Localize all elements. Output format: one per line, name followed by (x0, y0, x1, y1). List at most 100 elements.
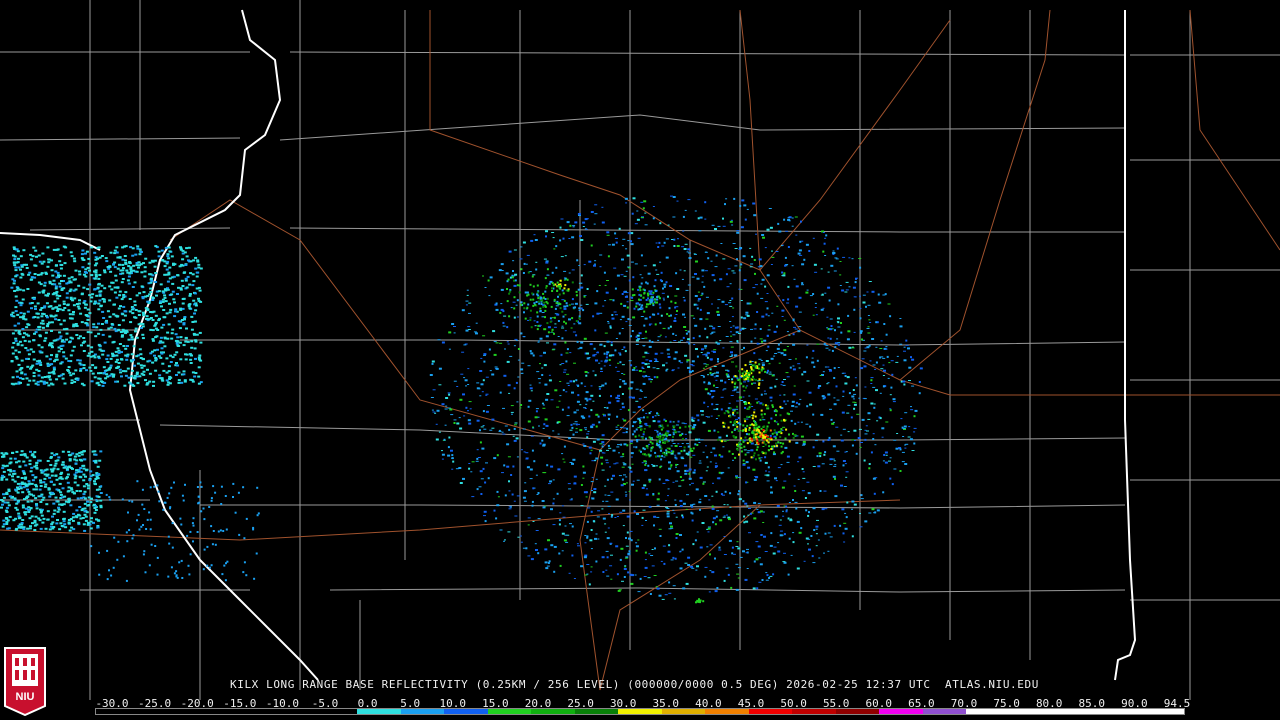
echo-pixel (82, 479, 86, 482)
echo-pixel (582, 471, 586, 474)
echo-pixel (737, 430, 740, 432)
echo-pixel (872, 386, 876, 388)
echo-pixel (742, 424, 745, 427)
echo-pixel (87, 522, 91, 525)
echo-pixel (508, 315, 511, 318)
echo-pixel (56, 468, 60, 471)
echo-pixel (467, 384, 470, 385)
echo-pixel (502, 325, 506, 327)
echo-pixel (30, 466, 34, 469)
echo-pixel (739, 371, 741, 374)
echo-pixel (99, 304, 103, 307)
echo-pixel (627, 232, 631, 235)
echo-pixel (487, 279, 490, 282)
echo-pixel (575, 290, 578, 293)
echo-pixel (539, 307, 542, 310)
echo-pixel (814, 302, 817, 304)
echo-pixel (717, 438, 720, 441)
echo-pixel (641, 516, 644, 519)
echo-pixel (613, 311, 617, 313)
echo-pixel (76, 497, 80, 500)
echo-pixel (48, 358, 52, 361)
echo-pixel (793, 385, 796, 387)
echo-pixel (648, 345, 652, 348)
echo-pixel (517, 376, 520, 378)
echo-pixel (127, 265, 131, 268)
echo-pixel (742, 463, 746, 466)
echo-pixel (640, 201, 644, 203)
echo-pixel (134, 330, 137, 333)
echo-pixel (561, 310, 564, 313)
echo-pixel (771, 432, 774, 435)
echo-pixel (772, 552, 776, 555)
echo-pixel (102, 300, 106, 303)
echo-pixel (431, 360, 435, 363)
echo-pixel (43, 485, 47, 488)
echo-pixel (841, 508, 845, 511)
echo-pixel (546, 322, 549, 325)
echo-pixel (56, 297, 60, 300)
echo-pixel (503, 315, 507, 317)
echo-pixel (779, 534, 783, 537)
echo-pixel (95, 262, 99, 265)
echo-pixel (13, 258, 17, 261)
echo-pixel (825, 347, 829, 349)
echo-pixel (82, 259, 86, 261)
echo-pixel (803, 560, 806, 562)
echo-pixel (184, 264, 188, 266)
echo-pixel (650, 299, 653, 302)
echo-pixel (522, 496, 526, 499)
echo-pixel (88, 312, 92, 315)
echo-pixel (86, 500, 89, 503)
echo-pixel (872, 438, 875, 440)
echo-pixel (790, 554, 793, 556)
echo-pixel (698, 501, 702, 504)
echo-pixel (748, 415, 751, 418)
echo-pixel (859, 295, 861, 297)
echo-pixel (558, 302, 561, 305)
echo-pixel (744, 406, 746, 409)
echo-pixel (525, 457, 529, 459)
echo-pixel (46, 294, 50, 297)
echo-pixel (589, 452, 592, 455)
echo-pixel (701, 275, 704, 277)
echo-pixel (684, 433, 687, 435)
echo-pixel (679, 499, 683, 502)
echo-pixel (473, 331, 477, 333)
echo-pixel (14, 266, 18, 269)
echo-pixel (724, 203, 726, 206)
echo-pixel (151, 260, 155, 263)
echo-pixel (840, 434, 843, 436)
echo-pixel (149, 287, 153, 290)
echo-pixel (745, 428, 747, 431)
echo-pixel (807, 543, 809, 545)
echo-pixel (644, 469, 648, 472)
echo-pixel (667, 353, 670, 355)
echo-pixel (96, 286, 100, 289)
echo-pixel (536, 311, 539, 314)
echo-pixel (816, 519, 819, 521)
echo-pixel (632, 411, 636, 413)
echo-pixel (582, 226, 585, 227)
echo-pixel (621, 349, 624, 350)
echo-pixel (37, 344, 41, 347)
echo-pixel (192, 299, 196, 302)
echo-pixel (647, 453, 650, 456)
echo-pixel (23, 373, 27, 376)
echo-pixel (675, 272, 678, 275)
echo-pixel (516, 495, 520, 497)
echo-pixel (573, 323, 576, 325)
echo-pixel (649, 360, 653, 362)
echo-pixel (655, 586, 658, 588)
echo-pixel (112, 340, 116, 343)
echo-pixel (548, 282, 551, 285)
echo-pixel (507, 384, 511, 387)
echo-pixel (868, 467, 871, 470)
echo-pixel (786, 331, 789, 333)
echo-pixel (746, 385, 749, 387)
echo-pixel (50, 269, 54, 272)
echo-pixel (612, 299, 615, 302)
echo-pixel (456, 422, 460, 425)
echo-pixel (728, 539, 732, 542)
echo-pixel (862, 294, 866, 296)
